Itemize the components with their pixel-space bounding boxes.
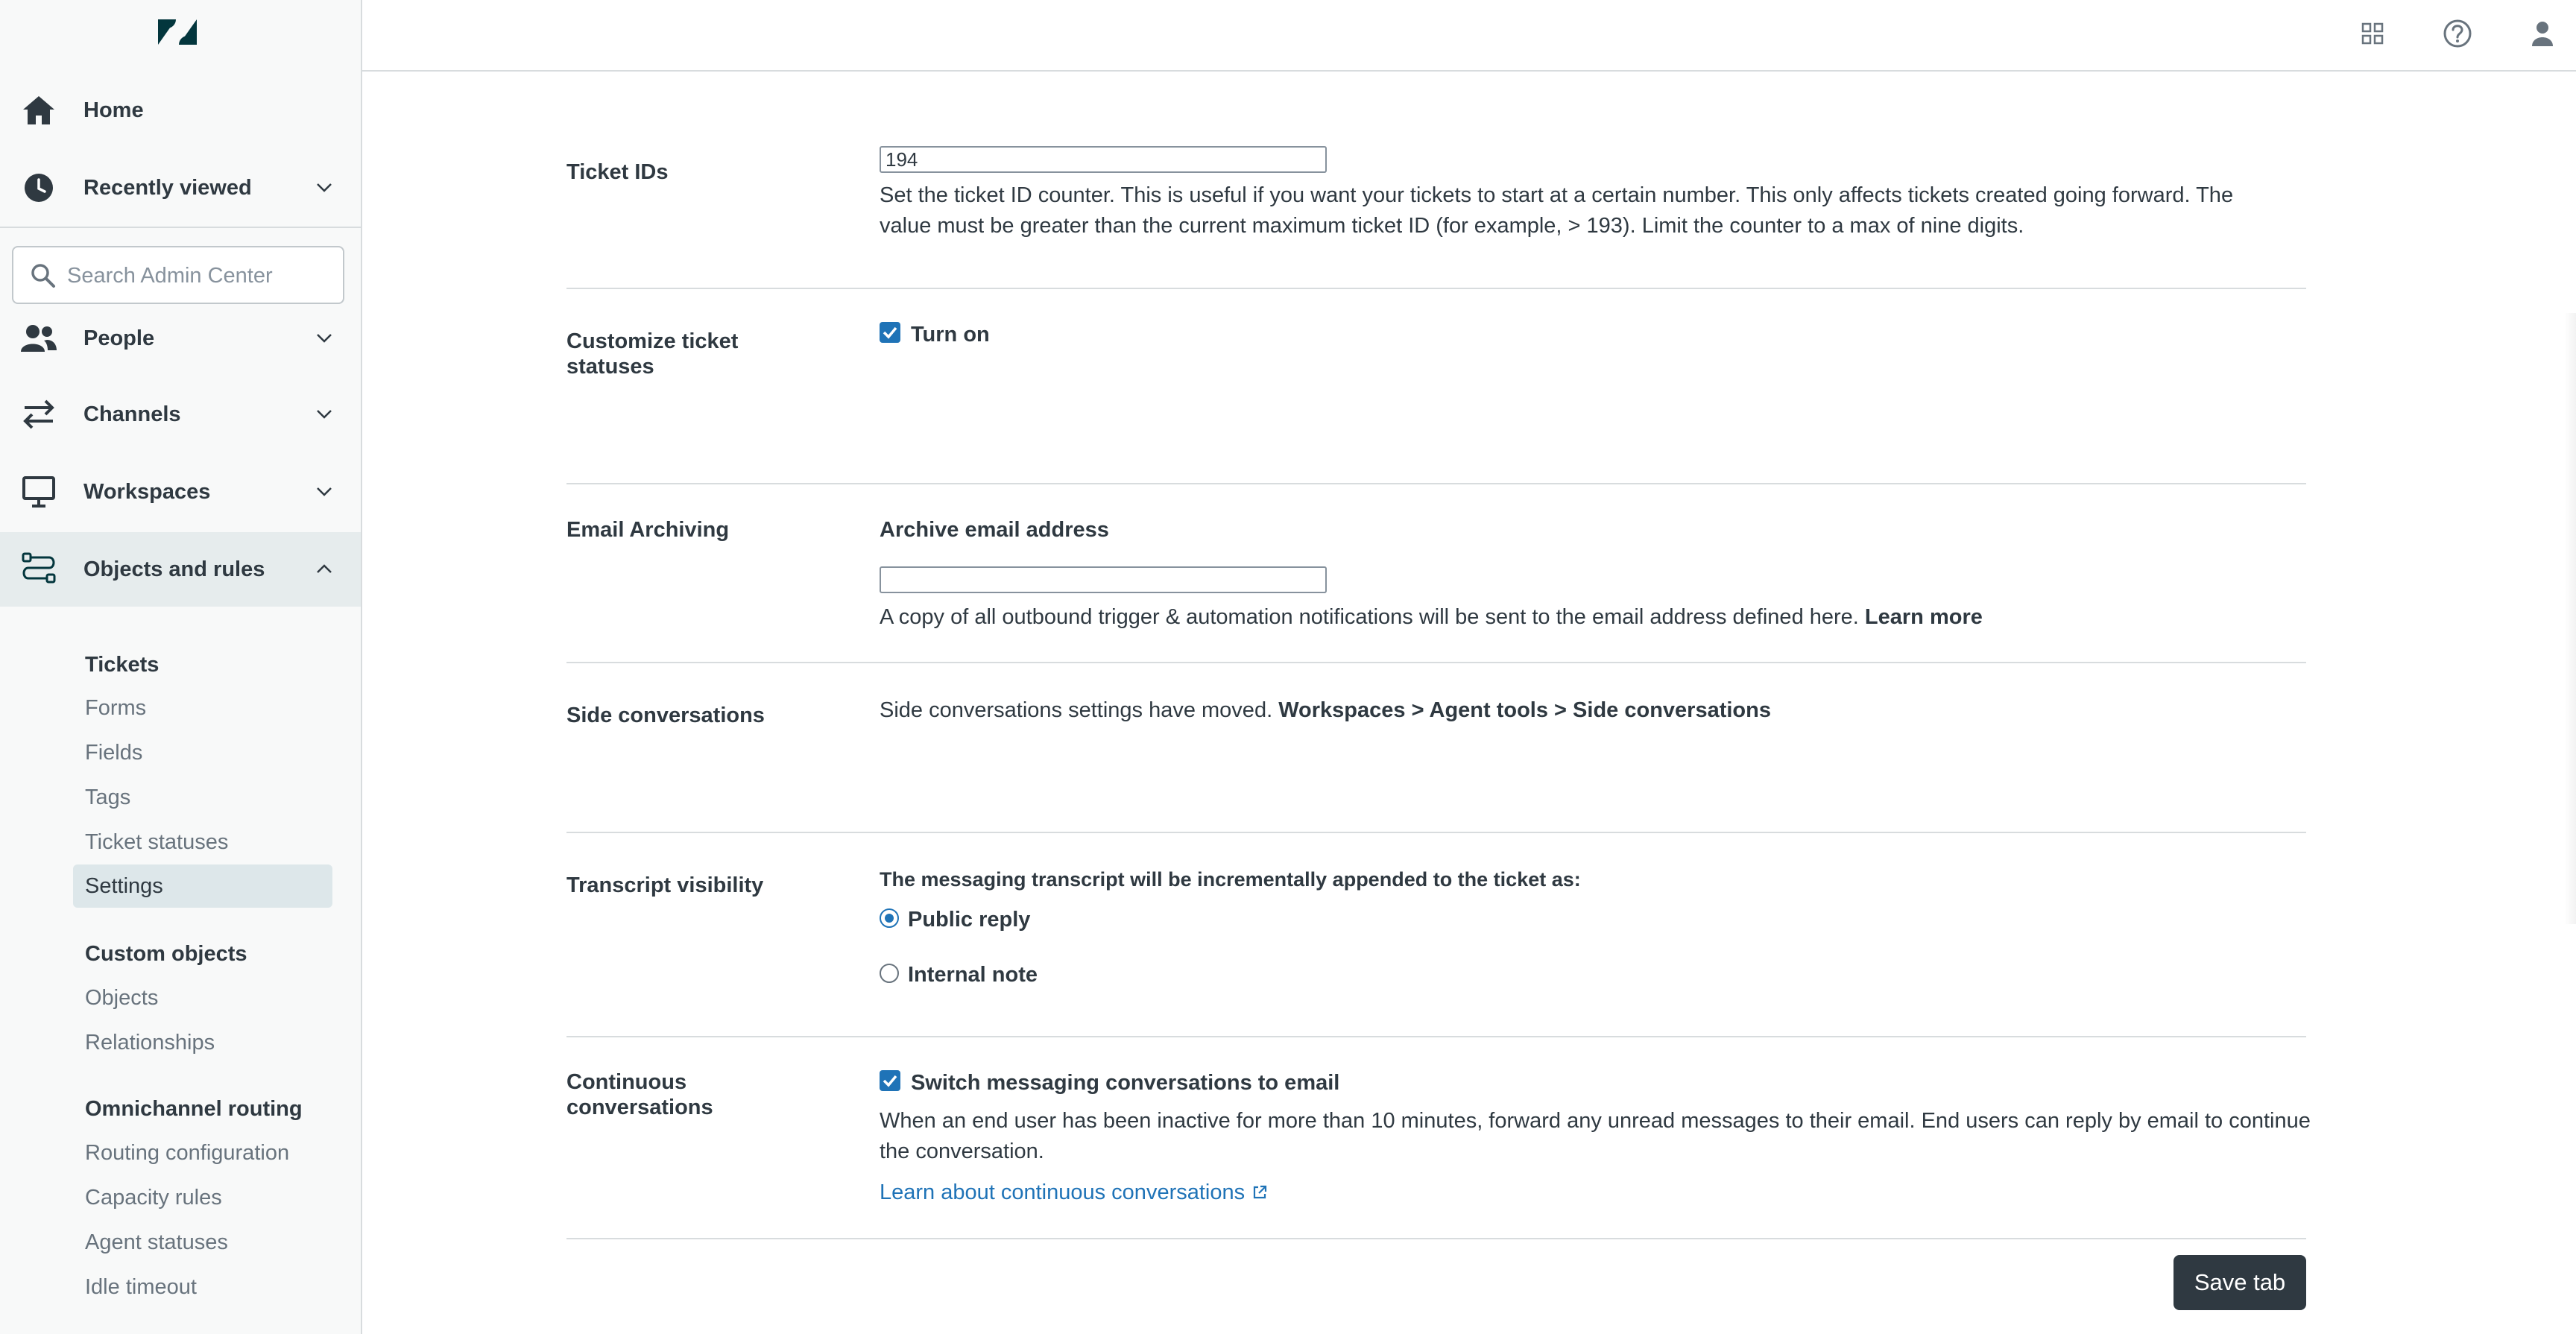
section-divider (566, 483, 2306, 484)
nav-workspaces-label: Workspaces (83, 479, 211, 504)
sidebar-item-settings[interactable]: Settings (73, 864, 332, 908)
search-input[interactable] (66, 258, 337, 294)
chevron-down-icon (317, 487, 332, 496)
ticket-id-counter-input[interactable] (880, 146, 1327, 173)
ticket-ids-help-line-1: Set the ticket ID counter. This is usefu… (880, 183, 2234, 207)
customize-statuses-checkbox[interactable] (880, 322, 900, 343)
sidebar-item-capacity-rules[interactable]: Capacity rules (85, 1186, 222, 1210)
nav-workspaces[interactable]: Workspaces (0, 455, 361, 529)
products-grid-icon[interactable] (2355, 16, 2390, 51)
section-divider (566, 1036, 2306, 1037)
help-icon[interactable] (2440, 16, 2475, 51)
channels-arrows-icon (19, 395, 58, 434)
zendesk-logo[interactable] (157, 16, 198, 48)
nav-objects-and-rules[interactable]: Objects and rules (0, 532, 361, 607)
section-divider (566, 662, 2306, 663)
continuous-help-line-2: the conversation. (880, 1139, 1044, 1163)
chevron-down-icon (317, 334, 332, 343)
archive-email-input[interactable] (880, 566, 1327, 593)
clock-icon (19, 168, 58, 207)
internal-note-label: Internal note (908, 963, 1038, 987)
nav-recently-viewed-label: Recently viewed (83, 175, 252, 200)
nav-home-label: Home (83, 98, 144, 122)
continuous-conversations-label: Continuous conversations (566, 1069, 713, 1120)
sidebar-item-tags[interactable]: Tags (85, 785, 130, 810)
sidebar-item-idle-timeout[interactable]: Idle timeout (85, 1275, 197, 1300)
chevron-up-icon (317, 564, 332, 573)
transcript-heading: The messaging transcript will be increme… (880, 868, 1581, 891)
top-bar (362, 0, 2576, 72)
panel-edge-shadow (2564, 313, 2576, 924)
continuous-conversations-label-line-1: Continuous (566, 1070, 687, 1094)
home-icon (19, 91, 58, 130)
public-reply-radio[interactable] (880, 908, 899, 928)
side-conversations-label: Side conversations (566, 704, 765, 727)
chevron-down-icon (317, 183, 332, 192)
external-link-icon (1254, 1185, 1267, 1199)
people-icon (19, 319, 58, 358)
archive-email-field-label: Archive email address (880, 518, 1109, 542)
tickets-heading: Tickets (85, 653, 160, 677)
customize-statuses-label-line-2: statuses (566, 355, 654, 379)
sidebar-item-relationships[interactable]: Relationships (85, 1031, 215, 1055)
learn-more-link[interactable]: Learn more (1865, 605, 1983, 629)
sidebar-divider (0, 227, 361, 228)
chevron-down-icon (317, 410, 332, 419)
section-divider (566, 1238, 2306, 1239)
ticket-ids-label: Ticket IDs (566, 160, 669, 184)
public-reply-label: Public reply (908, 908, 1031, 932)
continuous-conversations-link[interactable]: Learn about continuous conversations (880, 1177, 1269, 1208)
customize-statuses-checkbox-label: Turn on (911, 323, 990, 347)
sidebar-item-ticket-statuses[interactable]: Ticket statuses (85, 830, 228, 855)
transcript-visibility-label: Transcript visibility (566, 873, 764, 897)
email-archiving-help-text: A copy of all outbound trigger & automat… (880, 605, 1859, 629)
sidebar-item-fields[interactable]: Fields (85, 741, 142, 765)
switch-to-email-checkbox[interactable] (880, 1070, 900, 1091)
customize-statuses-label-line-1: Customize ticket (566, 329, 739, 353)
sidebar-item-forms[interactable]: Forms (85, 696, 146, 721)
nav-recently-viewed[interactable]: Recently viewed (0, 151, 361, 225)
continuous-conversations-link-text: Learn about continuous conversations (880, 1180, 1246, 1204)
continuous-help-line-1: When an end user has been inactive for m… (880, 1109, 2311, 1133)
email-archiving-help: A copy of all outbound trigger & automat… (880, 601, 1983, 633)
sidebar-item-objects[interactable]: Objects (85, 986, 158, 1011)
nav-channels-label: Channels (83, 402, 181, 426)
admin-search[interactable] (12, 246, 344, 304)
sidebar-item-routing-configuration[interactable]: Routing configuration (85, 1141, 289, 1166)
section-divider (566, 288, 2306, 289)
nav-channels[interactable]: Channels (0, 377, 361, 452)
nav-home[interactable]: Home (0, 73, 361, 148)
email-archiving-label: Email Archiving (566, 518, 730, 542)
internal-note-radio[interactable] (880, 964, 899, 983)
save-tab-button[interactable]: Save tab (2174, 1255, 2306, 1310)
customize-statuses-label: Customize ticket statuses (566, 329, 738, 379)
nav-objects-and-rules-label: Objects and rules (83, 557, 265, 581)
side-conversations-path: Workspaces > Agent tools > Side conversa… (1278, 698, 1771, 722)
side-conversations-moved-text: Side conversations settings have moved. (880, 698, 1273, 722)
search-icon (31, 264, 55, 288)
side-conversations-notice: Side conversations settings have moved. … (880, 695, 1771, 726)
nav-people-label: People (83, 326, 155, 350)
sidebar-item-agent-statuses[interactable]: Agent statuses (85, 1230, 228, 1255)
sidebar-item-settings-label: Settings (85, 874, 163, 898)
custom-objects-heading: Custom objects (85, 942, 247, 966)
ticket-ids-help-line-2: value must be greater than the current m… (880, 214, 2024, 238)
admin-sidebar: Home Recently viewed People Channels Wor… (0, 0, 362, 1334)
objects-rules-icon (19, 550, 58, 589)
user-avatar-icon[interactable] (2525, 16, 2560, 51)
omnichannel-routing-heading: Omnichannel routing (85, 1097, 303, 1121)
continuous-conversations-label-line-2: conversations (566, 1096, 713, 1119)
monitor-icon (19, 472, 58, 511)
section-divider (566, 832, 2306, 833)
switch-to-email-label: Switch messaging conversations to email (911, 1071, 1340, 1095)
nav-people[interactable]: People (0, 301, 361, 376)
